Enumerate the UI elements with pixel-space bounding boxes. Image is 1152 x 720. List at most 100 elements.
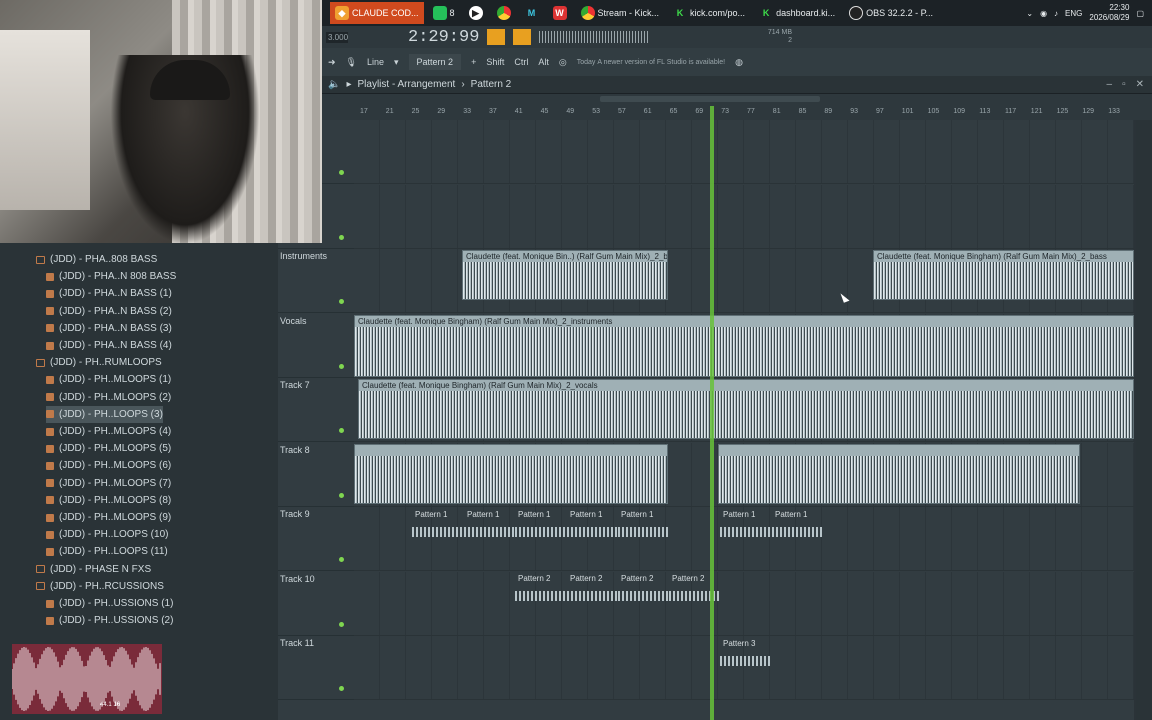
minimize-icon[interactable]: –	[1107, 79, 1113, 90]
track-led-icon[interactable]	[339, 363, 344, 369]
arrow-right-icon[interactable]: ➜	[328, 57, 336, 68]
playlist-pattern[interactable]: Pattern 2	[471, 79, 512, 90]
browser-item[interactable]: (JDD) - PH..MLOOPS (9)	[46, 509, 171, 526]
ruler-bar-number: 73	[721, 108, 729, 115]
playhead[interactable]	[710, 106, 714, 720]
clip-vocals[interactable]: Claudette (feat. Monique Bingham) (Ralf …	[358, 379, 1134, 439]
track-header[interactable]: Track 8	[278, 443, 354, 507]
volume-icon[interactable]: ♪	[1054, 9, 1058, 18]
close-icon[interactable]: ✕	[1136, 79, 1144, 90]
clip-pattern[interactable]: Pattern 2	[515, 573, 566, 629]
maximize-icon[interactable]: ▫	[1122, 79, 1126, 90]
taskbar-item-app[interactable]: M	[520, 2, 544, 24]
browser-item[interactable]: (JDD) - PHA..N BASS (2)	[46, 303, 172, 320]
clip-bass-b[interactable]: Claudette (feat. Monique Bingham) (Ralf …	[873, 250, 1134, 300]
horizontal-scrollbar[interactable]	[600, 96, 820, 102]
network-icon[interactable]: ◉	[1040, 9, 1047, 18]
track-led-icon[interactable]	[339, 170, 344, 175]
shift-button[interactable]: Shift	[486, 57, 504, 67]
track-led-icon[interactable]	[339, 234, 344, 240]
record-mode-icon[interactable]	[487, 29, 506, 45]
track-lane[interactable]	[354, 120, 1134, 184]
vertical-scrollbar[interactable]	[1136, 120, 1152, 720]
clip-pattern[interactable]: Pattern 1	[464, 509, 515, 565]
ruler-bar-number: 53	[592, 108, 600, 115]
clip-pattern[interactable]: Pattern 2	[567, 573, 618, 629]
app-icon: M	[527, 8, 536, 18]
taskbar-item-player[interactable]: ▶	[464, 2, 488, 24]
browser-item[interactable]: (JDD) - PH..MLOOPS (5)	[46, 440, 171, 457]
track-header[interactable]: Instruments	[278, 249, 354, 313]
tempo-display[interactable]: 3.000	[326, 31, 348, 43]
browser-item[interactable]: (JDD) - PH..MLOOPS (4)	[46, 423, 171, 440]
taskbar-item-stream[interactable]: Stream - Kick...	[576, 2, 665, 24]
track-led-icon[interactable]	[339, 686, 344, 691]
browser-item[interactable]: (JDD) - PH..LOOPS (3)	[46, 405, 163, 423]
taskbar-item-obs[interactable]: OBS 32.2.2 - P...	[844, 2, 938, 24]
browser-item[interactable]: (JDD) - PH..LOOPS (11)	[46, 543, 168, 560]
mic-icon[interactable]: 🎙	[346, 57, 357, 68]
taskbar-item-kick[interactable]: Kkick.com/po...	[668, 2, 750, 24]
browser-item[interactable]: (JDD) - PH..LOOPS (10)	[46, 526, 168, 543]
clip-track7-a[interactable]	[354, 444, 668, 504]
browser-item[interactable]: (JDD) - PHA..808 BASS	[36, 251, 157, 268]
browser-item[interactable]: (JDD) - PHA..N BASS (3)	[46, 320, 172, 337]
ctrl-button[interactable]: Ctrl	[514, 57, 528, 67]
song-position: 2:29:99	[408, 27, 480, 47]
track-header[interactable]: Vocals	[278, 314, 354, 378]
notification-icon[interactable]: ▢	[1136, 9, 1144, 18]
browser-item[interactable]: (JDD) - PHA..N BASS (1)	[46, 285, 172, 302]
track-header[interactable]: Track 10	[278, 572, 354, 636]
clip-pattern[interactable]: Pattern 1	[567, 509, 618, 565]
track-led-icon[interactable]	[339, 428, 344, 433]
clip-pattern[interactable]: Pattern 3	[720, 638, 771, 694]
clip-pattern[interactable]: Pattern 1	[720, 509, 771, 565]
language-label[interactable]: ENG	[1065, 9, 1082, 18]
browser-item[interactable]: (JDD) - PHA..N 808 BASS	[46, 268, 176, 285]
alt-button[interactable]: Alt	[538, 57, 549, 67]
browser-item[interactable]: (JDD) - PH..MLOOPS (6)	[46, 457, 171, 474]
browser-item[interactable]: (JDD) - PH..MLOOPS (8)	[46, 492, 171, 509]
taskbar: ◆ CLAUDE COD... 8 ▶ M W Stream - Kick... …	[322, 0, 1152, 26]
pattern-mode-icon[interactable]	[513, 29, 532, 45]
browser-item[interactable]: (JDD) - PH..MLOOPS (1)	[46, 371, 171, 388]
track-led-icon[interactable]	[339, 621, 344, 627]
track-lane[interactable]	[354, 571, 1134, 636]
plus-icon[interactable]: +	[471, 57, 476, 67]
browser-item[interactable]: (JDD) - PH..RUMLOOPS	[36, 354, 162, 371]
clock[interactable]: 22:30 2026/08/29	[1089, 3, 1129, 23]
taskbar-item-chrome[interactable]	[492, 2, 516, 24]
taskbar-item-claude[interactable]: ◆ CLAUDE COD...	[330, 2, 424, 24]
taskbar-item-app-red[interactable]: W	[548, 2, 572, 24]
clip-pattern[interactable]: Pattern 1	[412, 509, 463, 565]
browser-item[interactable]: (JDD) - PHASE N FXS	[36, 561, 151, 578]
track-lane[interactable]	[354, 184, 1134, 249]
clip-pattern[interactable]: Pattern 1	[515, 509, 566, 565]
clip-bass-a[interactable]: Claudette (feat. Monique Bin..) (Ralf Gu…	[462, 250, 668, 300]
track-header[interactable]: Track 11	[278, 636, 354, 700]
track-header[interactable]: Track 9	[278, 507, 354, 571]
track-header[interactable]: Track 7	[278, 378, 354, 442]
pattern-selector[interactable]: Pattern 2	[408, 54, 462, 70]
clip-pattern[interactable]: Pattern 1	[772, 509, 823, 565]
taskbar-item-whatsapp[interactable]: 8	[428, 2, 460, 24]
clip-pattern[interactable]: Pattern 1	[618, 509, 669, 565]
clip-track7-b[interactable]	[718, 444, 1080, 504]
track-led-icon[interactable]	[339, 299, 344, 304]
track-led-icon[interactable]	[339, 492, 344, 498]
browser-item[interactable]: (JDD) - PH..MLOOPS (7)	[46, 475, 171, 492]
globe-icon[interactable]: ◍	[735, 57, 743, 68]
track-led-icon[interactable]	[339, 557, 344, 562]
clip-pattern[interactable]: Pattern 2	[618, 573, 669, 629]
browser-item[interactable]: (JDD) - PH..USSIONS (2)	[46, 612, 173, 629]
arrangement-grid[interactable]: Claudette (feat. Monique Bin..) (Ralf Gu…	[354, 120, 1134, 720]
browser-item[interactable]: (JDD) - PH..RCUSSIONS	[36, 578, 164, 595]
browser-item[interactable]: (JDD) - PH..USSIONS (1)	[46, 595, 173, 612]
chevron-up-icon[interactable]: ⌄	[1026, 9, 1033, 18]
browser-item[interactable]: (JDD) - PH..MLOOPS (2)	[46, 389, 171, 406]
browser-item[interactable]: (JDD) - PHA..N BASS (4)	[46, 337, 172, 354]
taskbar-item-dashboard[interactable]: Kdashboard.ki...	[754, 2, 840, 24]
chevron-down-icon[interactable]: ▾	[394, 57, 399, 68]
mode-select[interactable]: Line	[367, 57, 384, 67]
clip-instruments[interactable]: Claudette (feat. Monique Bingham) (Ralf …	[354, 315, 1134, 377]
